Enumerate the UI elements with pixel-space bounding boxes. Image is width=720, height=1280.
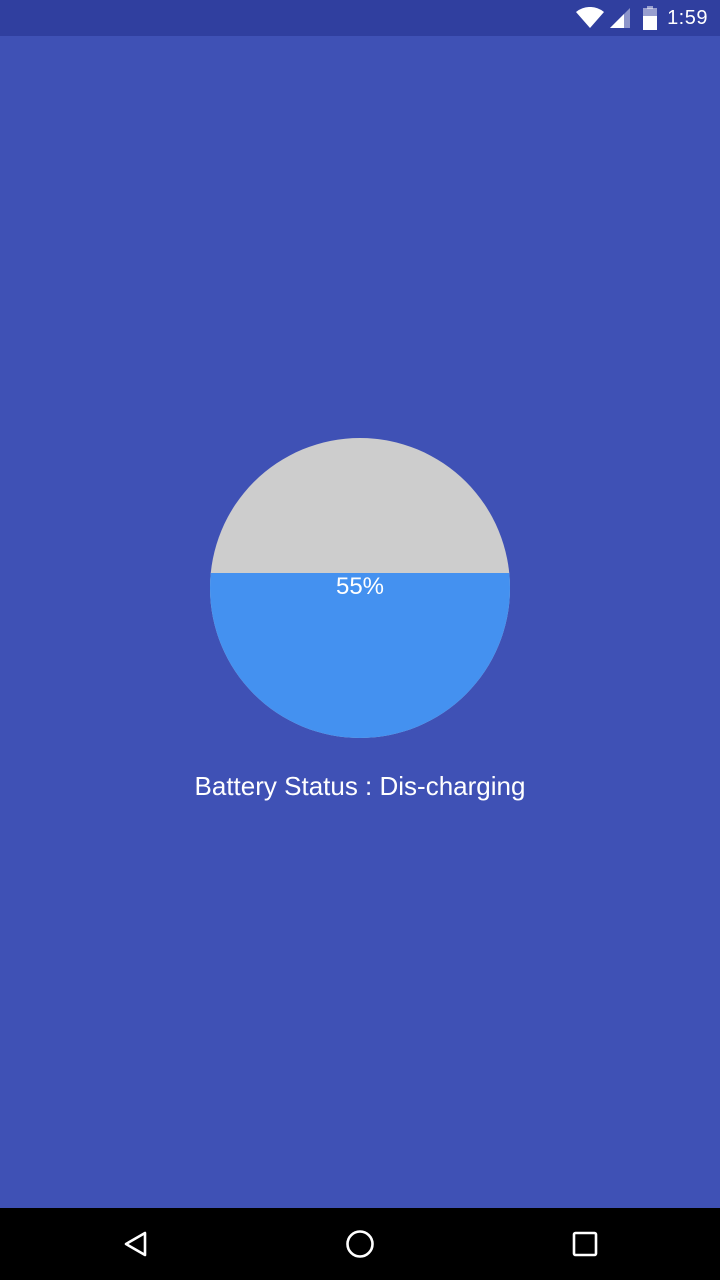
battery-status-text: Battery Status : Dis-charging bbox=[194, 771, 526, 801]
screen: 1:59 55% Battery Status : Dis-charging bbox=[0, 0, 720, 1280]
status-icons: 1:59 bbox=[575, 0, 708, 36]
status-clock: 1:59 bbox=[667, 6, 708, 29]
recents-icon bbox=[572, 1231, 598, 1257]
battery-percent-label: 55% bbox=[335, 573, 385, 600]
back-icon bbox=[124, 1231, 147, 1257]
main-content: 55% Battery Status : Dis-charging bbox=[0, 36, 720, 1208]
battery-gauge: 55% bbox=[210, 438, 510, 738]
home-icon bbox=[346, 1230, 374, 1258]
back-button[interactable] bbox=[96, 1208, 176, 1280]
signal-icon bbox=[610, 8, 631, 28]
wifi-icon bbox=[576, 7, 605, 28]
home-button[interactable] bbox=[320, 1208, 400, 1280]
battery-icon bbox=[643, 6, 658, 30]
status-bar: 1:59 bbox=[0, 0, 720, 36]
navigation-bar bbox=[0, 1208, 720, 1280]
recents-button[interactable] bbox=[545, 1208, 625, 1280]
